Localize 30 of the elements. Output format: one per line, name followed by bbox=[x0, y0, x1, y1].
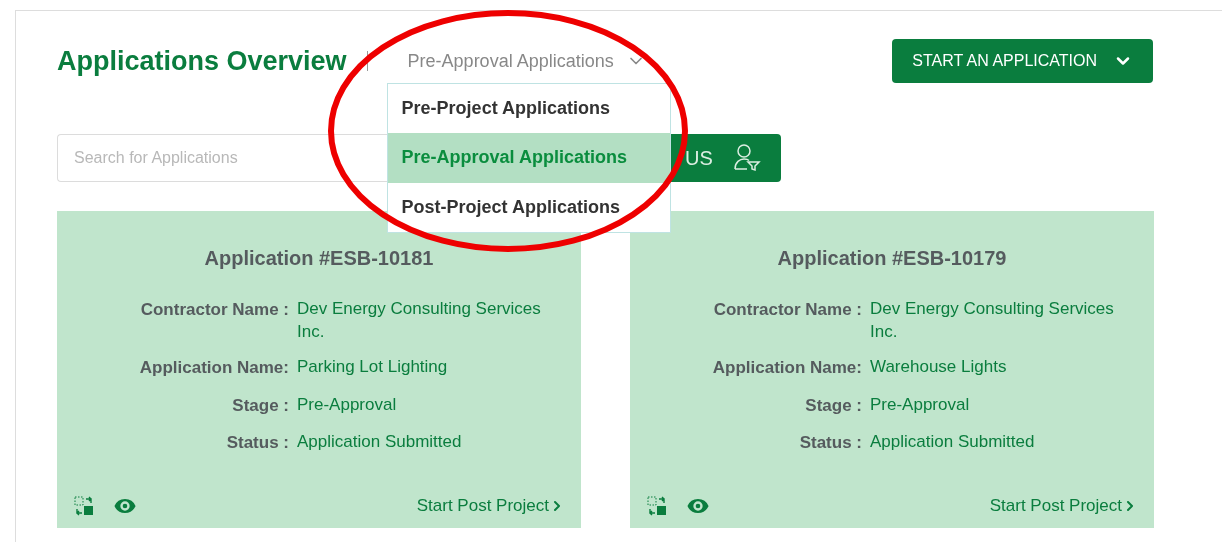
field-label: Contractor Name : bbox=[139, 299, 289, 321]
search-field[interactable]: Search for Applications bbox=[57, 134, 387, 182]
start-post-project-link[interactable]: Start Post Project bbox=[416, 493, 565, 519]
field-value: Dev Energy Consulting Services Inc. bbox=[870, 298, 1115, 343]
dropdown-option[interactable]: Pre-Approval Applications bbox=[387, 132, 670, 183]
start-application-button[interactable]: START AN APPLICATION bbox=[892, 39, 1153, 83]
swap-icon[interactable] bbox=[73, 495, 95, 517]
field-label: Stage : bbox=[231, 394, 289, 417]
user-filter-icon bbox=[732, 143, 761, 173]
field-label: Application Name: bbox=[138, 357, 289, 379]
field-value: Pre-Approval bbox=[870, 393, 971, 416]
field-label: Stage : bbox=[804, 394, 862, 417]
dropdown-option[interactable]: Pre-Project Applications bbox=[387, 83, 670, 133]
field-label: Contractor Name : bbox=[712, 299, 862, 321]
card-title: Application #ESB-10181 bbox=[203, 246, 435, 271]
filter-dropdown[interactable]: Pre-Approval Applications bbox=[407, 47, 646, 75]
field-value: Warehouse Lights bbox=[870, 356, 1008, 378]
field-value: Pre-Approval bbox=[297, 393, 398, 416]
page-title: Applications Overview bbox=[57, 44, 347, 78]
dropdown-option[interactable]: Post-Project Applications bbox=[387, 182, 670, 232]
field-label: Status : bbox=[225, 432, 289, 454]
field-value: Parking Lot Lighting bbox=[297, 356, 449, 378]
field-value: Dev Energy Consulting Services Inc. bbox=[297, 298, 542, 343]
start-post-project-link[interactable]: Start Post Project bbox=[989, 493, 1138, 519]
field-value: Application Submitted bbox=[297, 431, 463, 453]
field-value: Application Submitted bbox=[870, 431, 1036, 453]
field-label: Application Name: bbox=[711, 357, 862, 379]
field-label: Status : bbox=[798, 432, 862, 454]
card-title: Application #ESB-10179 bbox=[776, 246, 1008, 271]
swap-icon[interactable] bbox=[646, 495, 668, 517]
